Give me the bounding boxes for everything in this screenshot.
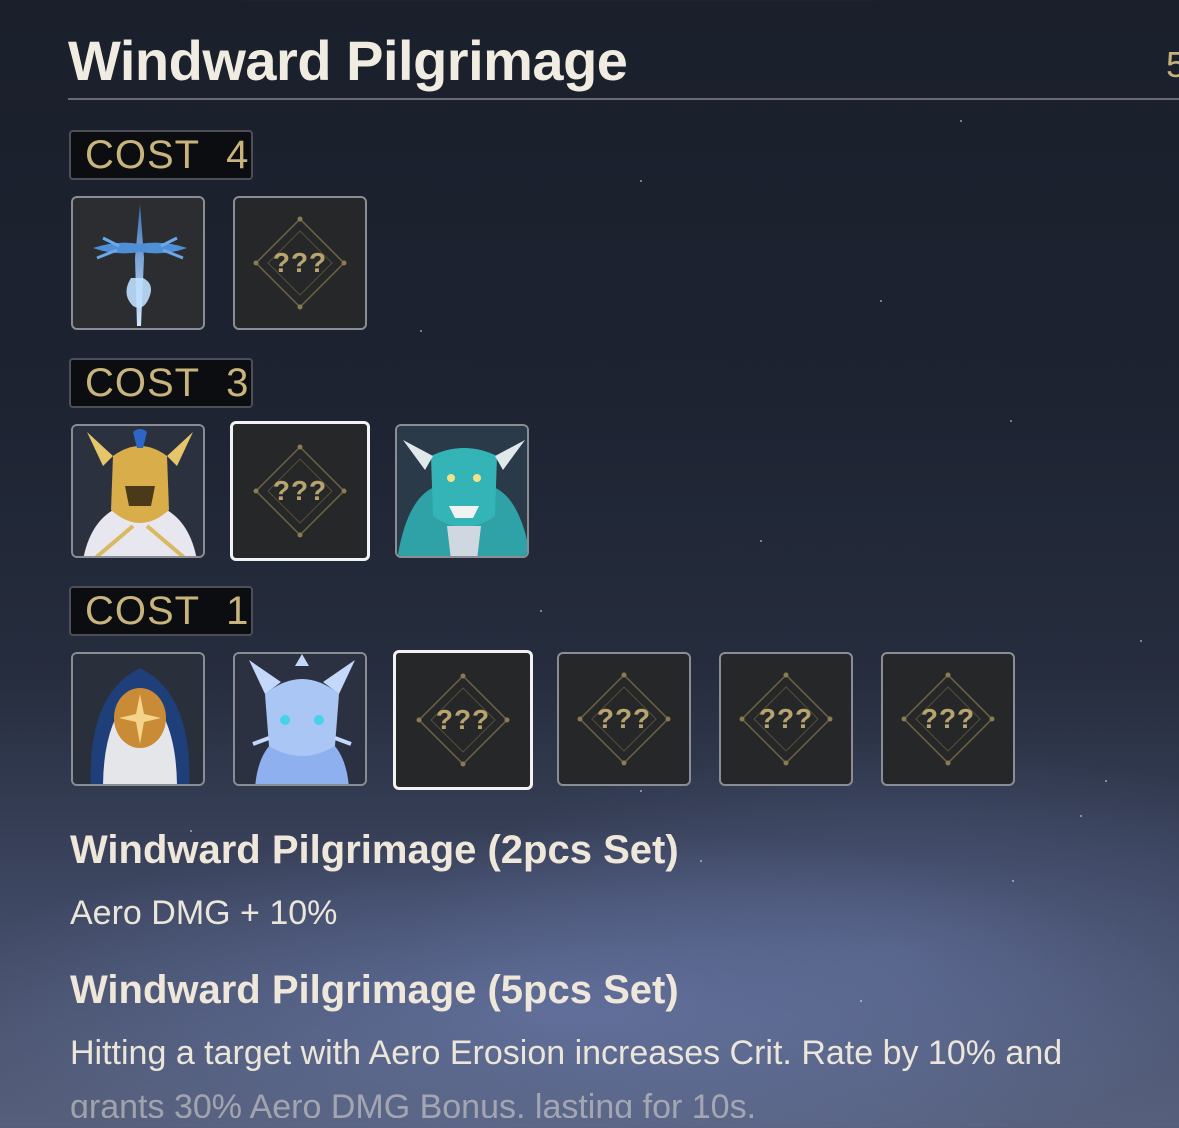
cost-label: COST [85,132,201,177]
cost-label: COST [85,360,201,405]
unknown-mark: ??? [396,653,530,787]
unknown-label: ??? [758,703,814,734]
unknown-label: ??? [596,703,652,734]
set-effect-2pc-desc: Aero DMG + 10% [70,894,338,932]
ice-dragon-whelp-icon [235,654,365,784]
cost-value: 1 [226,588,249,633]
teal-dragon-icon [397,426,527,556]
echo-slot-teal-dragon[interactable] [395,424,529,558]
echo-slot-aero-sword[interactable] [71,196,205,330]
cost-value: 4 [226,132,249,177]
echo-slot-unknown[interactable]: ??? [557,652,691,786]
echo-slot-unknown[interactable]: ??? [881,652,1015,786]
set-effect-5pc-title: Windward Pilgrimage (5pcs Set) [70,968,679,1012]
header-divider [68,98,1179,100]
unknown-label: ??? [920,703,976,734]
set-effect-2pc-title: Windward Pilgrimage (2pcs Set) [70,828,679,872]
echo-slot-unknown-selected[interactable]: ??? [393,650,533,790]
echo-slot-golden-helm[interactable] [71,424,205,558]
echo-slot-hooded-pilgrim[interactable] [71,652,205,786]
unknown-mark: ??? [235,198,365,328]
echo-slot-unknown[interactable]: ??? [719,652,853,786]
set-effect-5pc-desc-line1: Hitting a target with Aero Erosion incre… [70,1034,1063,1072]
cost-label: COST [85,588,201,633]
cost-badge-1: COST 1 [69,586,253,636]
unknown-mark: ??? [883,654,1013,784]
cost-badge-3: COST 3 [69,358,253,408]
echo-slot-unknown-selected[interactable]: ??? [230,421,370,561]
aero-sword-icon [93,204,187,326]
set-count: 5 [1166,44,1179,85]
unknown-mark: ??? [721,654,851,784]
unknown-mark: ??? [559,654,689,784]
cost-value: 3 [226,360,249,405]
hooded-pilgrim-icon [73,654,203,784]
echo-slot-ice-dragon[interactable] [233,652,367,786]
echo-slot-unknown[interactable]: ??? [233,196,367,330]
unknown-label: ??? [272,247,328,278]
unknown-mark: ??? [233,424,367,558]
unknown-label: ??? [435,704,491,735]
set-effect-5pc-desc-line2: grants 30% Aero DMG Bonus, lasting for 1… [70,1088,757,1118]
unknown-label: ??? [272,475,328,506]
cost-badge-4: COST 4 [69,130,253,180]
page-title: Windward Pilgrimage [68,29,628,92]
golden-helm-knight-icon [73,426,203,556]
